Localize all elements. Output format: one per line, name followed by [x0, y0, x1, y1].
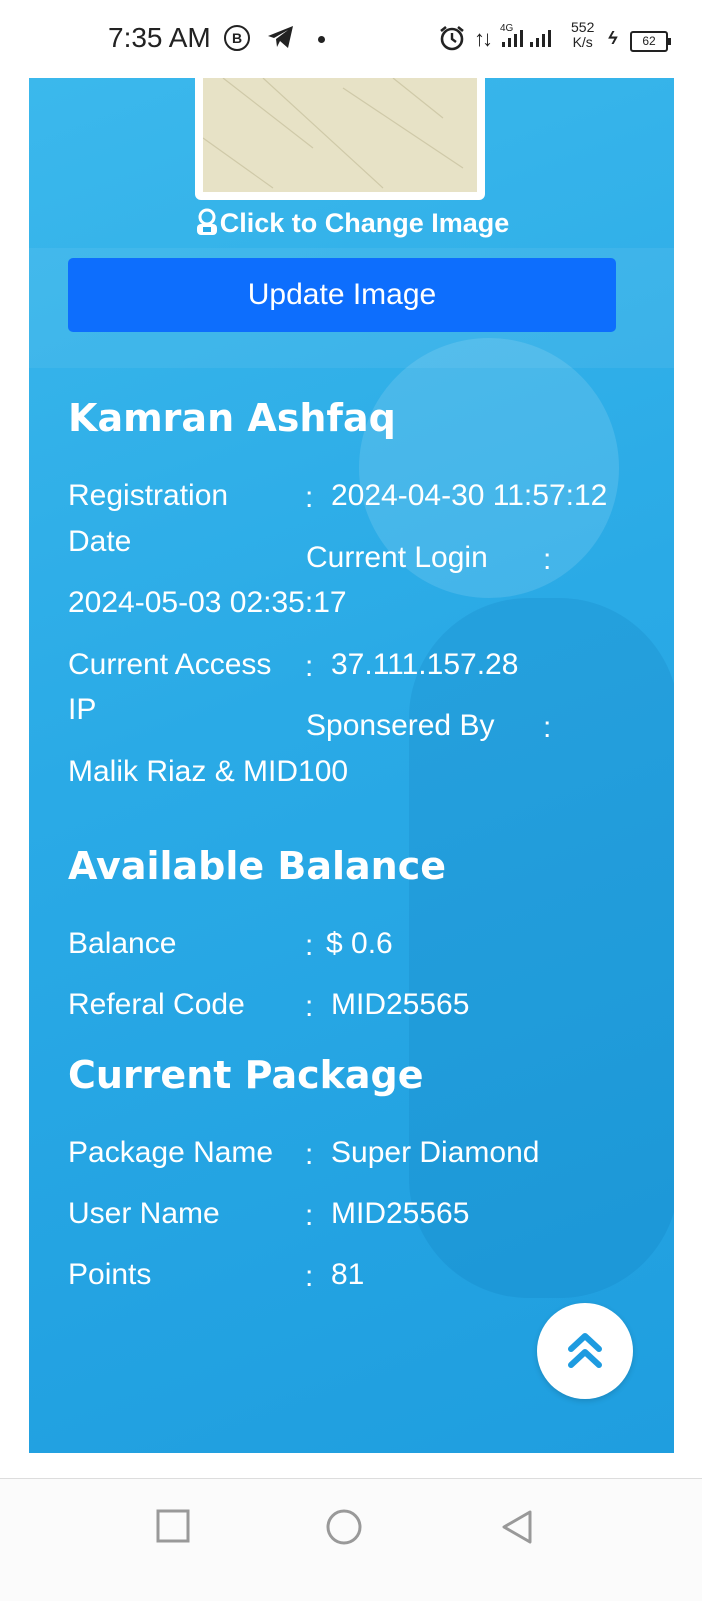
b-notification-icon: B	[224, 25, 250, 51]
access-ip-label-line2: IP	[68, 693, 97, 726]
user-name-value: MID25565	[331, 1197, 470, 1230]
points-colon: :	[305, 1260, 314, 1293]
status-bar: 7:35 AM B ↑↓ 4G 552 K/s ϟ 62	[0, 0, 702, 78]
alarm-icon	[438, 24, 466, 57]
package-name-colon: :	[305, 1138, 314, 1171]
back-button[interactable]	[500, 1509, 534, 1550]
current-login-label: Current Login	[306, 541, 488, 574]
points-label: Points	[68, 1258, 152, 1291]
user-icon	[194, 208, 220, 236]
circle-icon	[326, 1509, 362, 1545]
home-button[interactable]	[326, 1509, 362, 1550]
user-name-label: User Name	[68, 1197, 220, 1230]
telegram-icon	[266, 24, 296, 55]
current-login-colon: :	[543, 543, 552, 576]
system-navigation-bar	[0, 1478, 702, 1601]
network-speed: 552 K/s	[571, 20, 594, 50]
back-triangle-icon	[502, 1510, 532, 1544]
points-value: 81	[331, 1258, 365, 1291]
profile-card: Click to Change Image Update Image Kamra…	[29, 78, 674, 1453]
network-type-label: 4G	[500, 23, 514, 34]
registration-colon: :	[305, 481, 314, 514]
data-transfer-icon: ↑↓	[474, 26, 493, 51]
registration-value: 2024-04-30 11:57:12	[331, 479, 608, 512]
referral-code-colon: :	[305, 990, 314, 1023]
balance-label: Balance	[68, 927, 177, 960]
network-speed-unit: K/s	[572, 34, 593, 50]
balance-colon: :	[305, 929, 314, 962]
recent-apps-button[interactable]	[156, 1509, 190, 1548]
square-icon	[156, 1509, 190, 1543]
balance-value: $ 0.6	[326, 927, 393, 960]
current-package-heading: Current Package	[68, 1053, 424, 1097]
network-speed-value: 552	[571, 19, 595, 35]
sponsored-by-value: Malik Riaz & MID100	[68, 755, 349, 788]
access-ip-colon: :	[305, 650, 314, 683]
user-name-colon: :	[305, 1199, 314, 1232]
available-balance-heading: Available Balance	[68, 844, 447, 888]
access-ip-label-line1: Current Access	[68, 648, 272, 681]
double-chevron-up-icon	[568, 1333, 602, 1368]
access-ip-value: 37.111.157.28	[331, 648, 519, 681]
sponsored-by-label: Sponsered By	[306, 709, 495, 742]
registration-label-line1: Registration	[68, 479, 229, 512]
referral-code-label: Referal Code	[68, 988, 245, 1021]
change-image-link[interactable]: Click to Change Image	[29, 208, 674, 239]
scroll-to-top-button[interactable]	[537, 1303, 633, 1399]
package-name-label: Package Name	[68, 1136, 274, 1169]
sponsored-by-colon: :	[543, 711, 552, 744]
package-name-value: Super Diamond	[331, 1136, 540, 1169]
status-time: 7:35 AM	[108, 22, 211, 53]
change-image-label: Click to Change Image	[219, 208, 510, 238]
battery-icon: 62	[630, 31, 671, 52]
current-login-value: 2024-05-03 02:35:17	[68, 586, 347, 619]
signal-icon: 4G	[500, 22, 560, 57]
registration-label-line2: Date	[68, 525, 132, 558]
referral-code-value: MID25565	[331, 988, 470, 1021]
charging-icon: ϟ	[608, 28, 618, 48]
notification-dot-icon	[318, 36, 325, 43]
profile-image[interactable]	[195, 78, 485, 200]
update-image-button[interactable]: Update Image	[68, 258, 616, 332]
user-name-heading: Kamran Ashfaq	[68, 396, 396, 440]
